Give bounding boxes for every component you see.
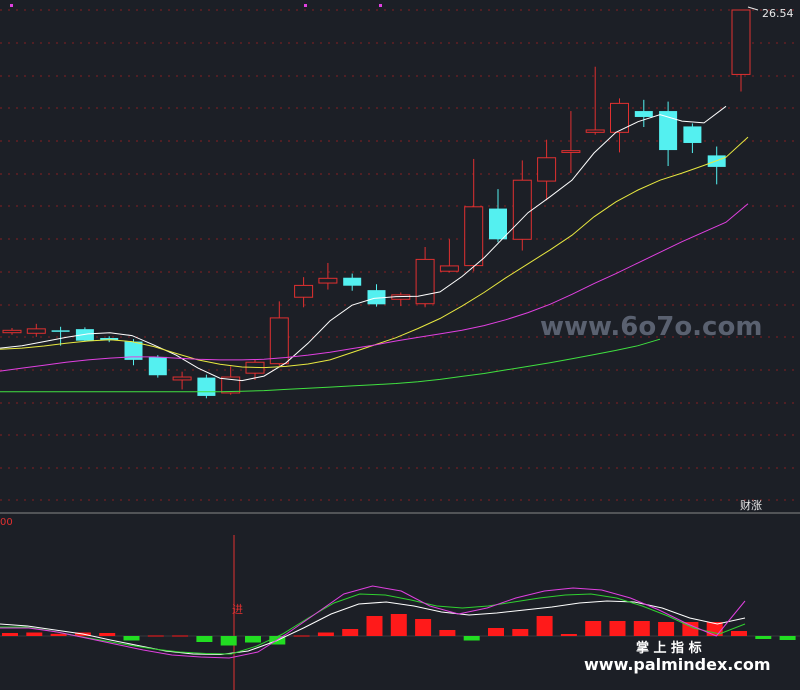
candle-body-19: [464, 206, 484, 267]
chart-canvas: 26.54 财涨 www.6o7o.com 00 进 掌 上 指 标 www.p…: [0, 0, 800, 690]
indicator-bar-20: [488, 628, 504, 636]
candle-body-0: [2, 329, 22, 334]
indicator-bar-6: [147, 635, 164, 637]
indicator-bar-16: [390, 614, 407, 636]
candle-body-12: [294, 284, 314, 298]
indicator-bar-19: [463, 636, 480, 641]
indicator-bar-25: [609, 621, 626, 636]
indicator-bar-10: [245, 636, 261, 643]
indicator-bar-9: [220, 636, 237, 646]
indicator-bar-2: [50, 633, 67, 636]
candle-body-13: [318, 277, 338, 284]
indicator-bar-0: [2, 633, 18, 636]
indicator-bar-17: [415, 619, 432, 636]
indicator-bar-31: [755, 636, 772, 639]
indicator-bar-27: [658, 622, 675, 636]
indicator-bar-8: [196, 636, 213, 642]
indicator-bar-32: [779, 636, 796, 640]
indicator-bar-24: [585, 621, 602, 636]
candle-body-6: [148, 356, 167, 376]
signal-label: 进: [232, 603, 243, 616]
indicator-bar-26: [633, 621, 650, 636]
candle-body-23: [561, 150, 581, 153]
chart-background: [0, 0, 800, 690]
candle-body-28: [683, 126, 702, 143]
indicator-bar-21: [512, 629, 529, 636]
candle-body-22: [537, 157, 557, 182]
indicator-bar-14: [342, 629, 359, 636]
top-marker-1: [304, 4, 307, 7]
indicator-bar-4: [99, 633, 116, 636]
candle-body-24: [585, 129, 605, 133]
finance-tag: 财涨: [740, 498, 762, 512]
candle-body-30: [731, 9, 751, 75]
top-marker-0: [10, 4, 13, 7]
candle-body-8: [197, 377, 216, 396]
indicator-bar-18: [439, 630, 456, 636]
indicator-bar-12: [293, 635, 310, 637]
indicator-bar-7: [172, 635, 189, 637]
watermark-cn: 掌 上 指 标: [636, 640, 702, 656]
candle-body-26: [634, 111, 653, 117]
candle-body-11: [269, 317, 289, 365]
indicator-bar-1: [26, 632, 43, 636]
candle-body-21: [512, 179, 532, 240]
watermark-text: www.6o7o.com: [540, 312, 762, 342]
candle-body-18: [439, 265, 459, 272]
candle-body-2: [51, 330, 70, 332]
indicator-bar-23: [560, 634, 577, 636]
candle-body-14: [343, 277, 362, 286]
indicator-bar-5: [123, 636, 140, 641]
top-marker-2: [379, 4, 382, 7]
candle-body-1: [26, 328, 46, 334]
indicator-bar-22: [536, 616, 553, 636]
indicator-bar-15: [366, 616, 383, 636]
candle-body-20: [489, 208, 507, 240]
watermark-bottom: www.palmindex.com: [584, 655, 771, 674]
candle-body-17: [415, 258, 435, 305]
candle-body-7: [172, 376, 192, 381]
indicator-bar-13: [317, 632, 334, 636]
indicator-bar-30: [731, 631, 747, 636]
price-high-label: 26.54: [762, 7, 794, 20]
indicator-corner-label: 00: [0, 517, 13, 528]
